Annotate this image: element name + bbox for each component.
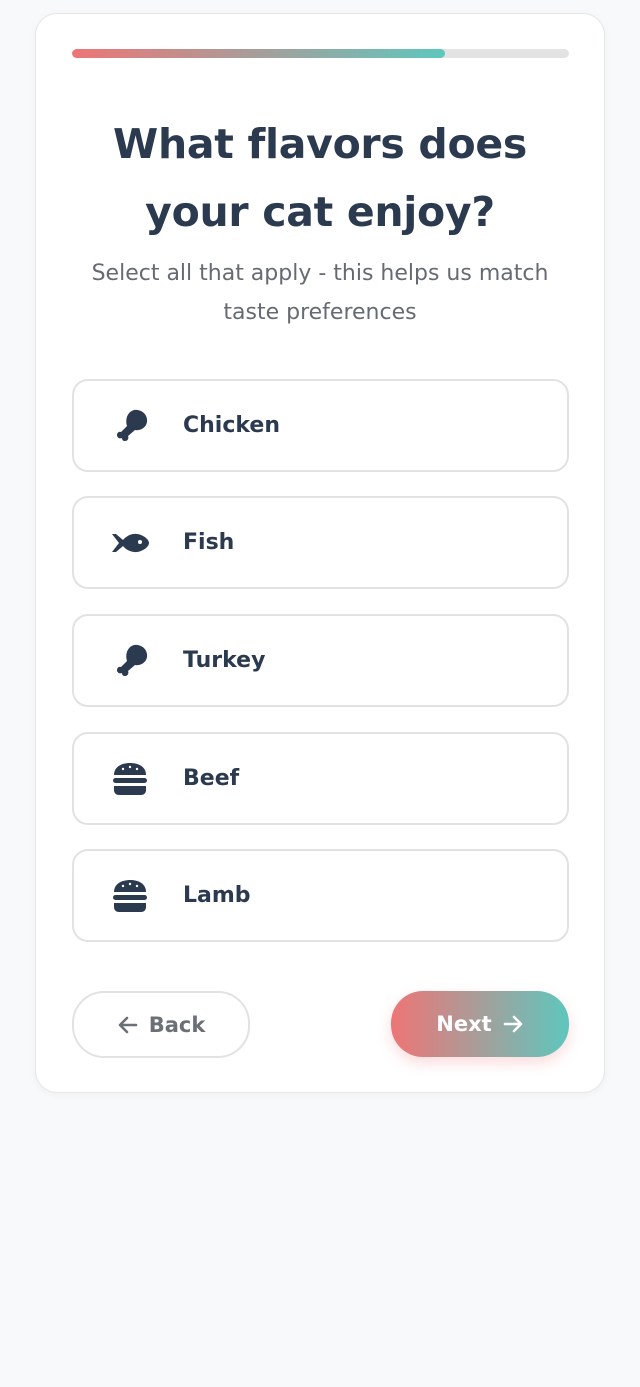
question-title-line2: your cat enjoy? [145,188,495,236]
drumstick-icon [117,644,148,676]
burger-icon [113,763,147,795]
fish-icon [112,533,149,553]
progress-fill [72,49,445,58]
drumstick-icon [117,409,148,441]
option-label: Beef [183,766,240,791]
question-subtitle-line1: Select all that apply - this helps us ma… [91,261,549,286]
option-chicken[interactable]: Chicken [72,379,569,472]
option-label: Chicken [183,413,281,438]
next-button[interactable]: Next [391,991,569,1057]
burger-icon [113,880,147,912]
arrow-left-icon [118,1016,138,1033]
option-label: Fish [183,530,235,555]
question-card: What flavors does your cat enjoy? Select… [35,13,605,1093]
option-label: Turkey [183,648,266,673]
arrow-right-icon [503,1015,523,1033]
option-fish[interactable]: Fish [72,496,569,589]
back-button[interactable]: Back [72,991,250,1058]
option-lamb[interactable]: Lamb [72,849,569,942]
next-button-label: Next [436,1012,492,1036]
progress-bar [72,49,569,58]
option-label: Lamb [183,883,251,908]
question-title: What flavors does your cat enjoy? [56,110,584,246]
option-turkey[interactable]: Turkey [72,614,569,707]
question-title-line1: What flavors does [113,120,527,168]
back-button-label: Back [148,1012,206,1037]
question-subtitle-line2: taste preferences [223,300,417,325]
option-beef[interactable]: Beef [72,732,569,825]
question-subtitle: Select all that apply - this helps us ma… [66,254,574,332]
